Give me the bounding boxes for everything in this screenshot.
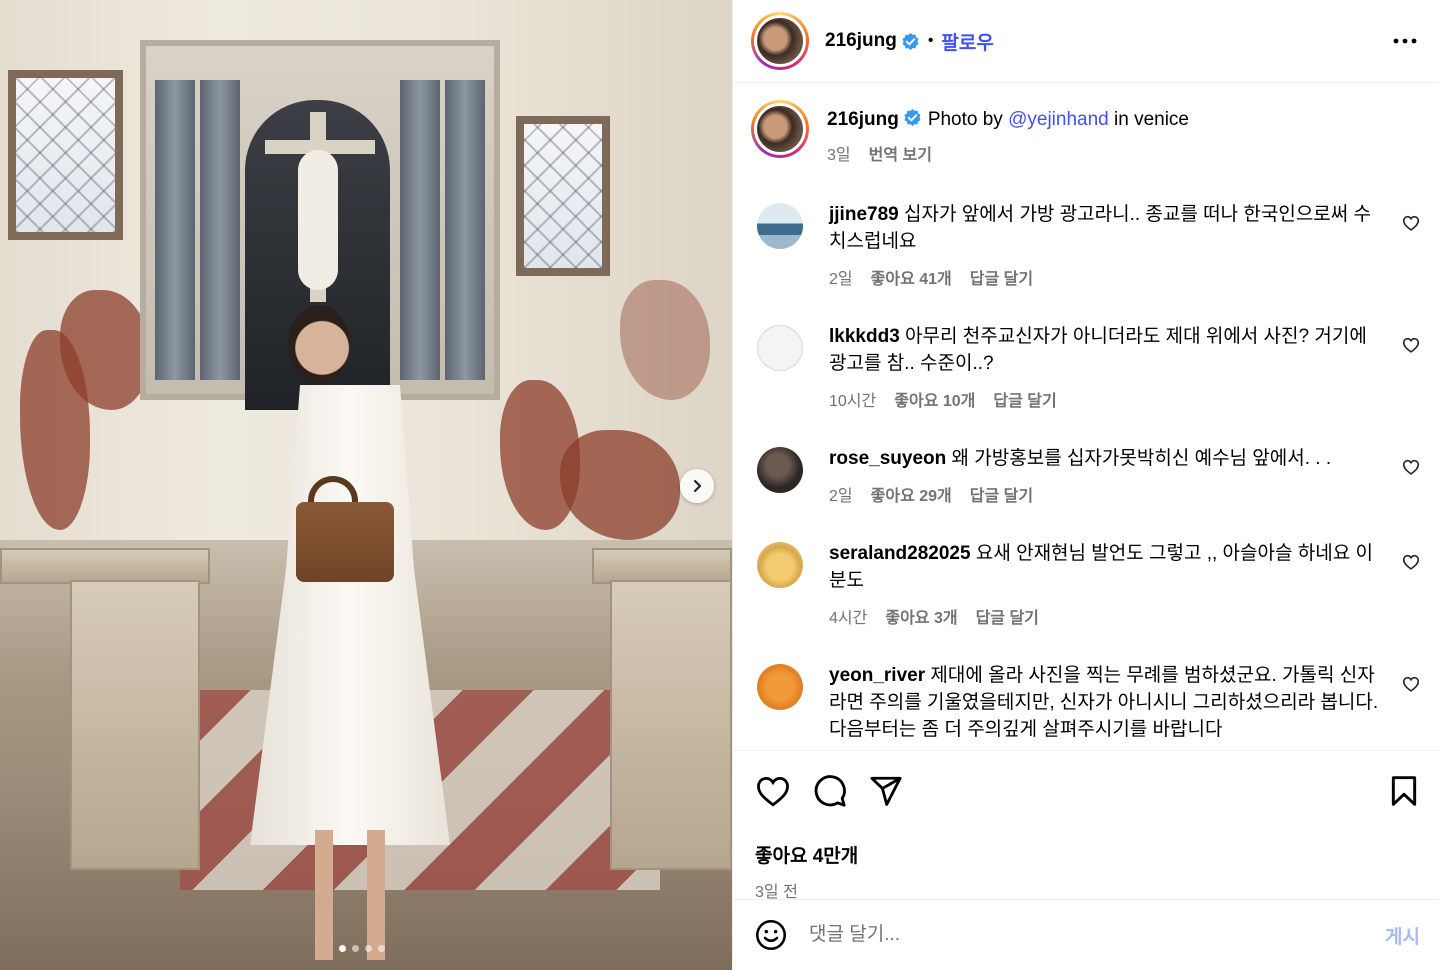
more-options-button[interactable] — [1389, 25, 1421, 57]
post-actions: 좋아요 4만개 3일 전 — [733, 750, 1439, 902]
verified-icon — [904, 108, 921, 127]
heart-icon[interactable] — [1402, 676, 1420, 692]
caption-time: 3일 — [827, 147, 851, 164]
comment-avatar[interactable] — [757, 664, 803, 710]
caption-text: Photo by — [927, 109, 1009, 130]
comment-likes[interactable]: 좋아요 10개 — [894, 387, 975, 411]
comment-likes[interactable]: 좋아요 41개 — [871, 265, 952, 289]
caption-avatar[interactable] — [751, 100, 809, 158]
photo-statue — [298, 150, 338, 290]
carousel-next-button[interactable] — [680, 469, 714, 503]
comment-avatar[interactable] — [757, 325, 803, 371]
photo-railing — [70, 580, 200, 870]
carousel-dot[interactable] — [352, 945, 359, 952]
post-caption: 216jung Photo by @yejinhand in venice 3일… — [733, 84, 1439, 165]
comment-text: 십자가 앞에서 가방 광고라니.. 종교를 떠나 한국인으로써 수치스럽네요 — [829, 204, 1372, 252]
heart-icon — [757, 776, 789, 807]
comment-avatar[interactable] — [757, 447, 803, 493]
comment-item: lkkkdd3 아무리 천주교신자가 아니더라도 제대 위에서 사진? 거기에 … — [733, 323, 1439, 411]
caption-username[interactable]: 216jung — [827, 109, 899, 130]
comment-username[interactable]: seraland282025 — [829, 543, 971, 564]
comment-time: 4시간 — [829, 610, 868, 627]
reply-button[interactable]: 답글 달기 — [970, 265, 1033, 289]
photo-window-right — [516, 116, 610, 276]
photo-railing — [0, 548, 210, 584]
comment-time: 2일 — [829, 488, 853, 505]
photo-bag — [296, 502, 394, 582]
header-separator: • — [927, 32, 934, 49]
carousel-dot[interactable] — [339, 945, 346, 952]
heart-icon[interactable] — [1402, 215, 1420, 231]
comments-list[interactable]: 216jung Photo by @yejinhand in venice 3일… — [733, 84, 1439, 750]
chevron-right-icon — [693, 479, 702, 493]
comment-username[interactable]: rose_suyeon — [829, 448, 946, 469]
comment-time: 10시간 — [829, 393, 877, 410]
like-button[interactable] — [755, 775, 791, 807]
photo-railing — [592, 548, 732, 584]
bookmark-icon — [1391, 776, 1417, 806]
post-header: 216jung • 팔로우 — [733, 0, 1439, 83]
heart-icon[interactable] — [1402, 459, 1420, 475]
comment-username[interactable]: lkkkdd3 — [829, 326, 900, 347]
share-icon — [870, 776, 902, 806]
save-button[interactable] — [1390, 775, 1418, 807]
photo-railing — [610, 580, 732, 870]
more-icon — [1393, 38, 1417, 44]
comment-avatar[interactable] — [757, 203, 803, 249]
photo-legs — [305, 830, 405, 960]
comment-item: yeon_river 제대에 올라 사진을 찍는 무례를 범하셨군요. 가톨릭 … — [733, 662, 1439, 743]
comment-likes[interactable]: 좋아요 29개 — [871, 482, 952, 506]
caption-mention-link[interactable]: @yejinhand — [1008, 109, 1109, 130]
likes-count[interactable]: 좋아요 4만개 — [755, 841, 1418, 868]
comment-item: seraland282025 요새 안재현님 발언도 그렇고 ,, 아슬아슬 하… — [733, 540, 1439, 628]
post-side-panel: 216jung • 팔로우 216jung Photo by @yejinhan… — [732, 0, 1439, 970]
reply-button[interactable]: 답글 달기 — [993, 387, 1056, 411]
comment-username[interactable]: jjine789 — [829, 204, 899, 225]
post-dialog: 216jung • 팔로우 216jung Photo by @yejinhan… — [0, 0, 1439, 970]
action-icons — [755, 771, 1418, 811]
comment-text: 아무리 천주교신자가 아니더라도 제대 위에서 사진? 거기에 광고를 참.. … — [829, 326, 1367, 374]
emoji-button[interactable] — [755, 919, 787, 951]
add-comment-bar: 게시 — [733, 899, 1439, 970]
comment-likes[interactable]: 좋아요 3개 — [885, 604, 957, 628]
caption-text-end: in venice — [1108, 109, 1190, 130]
comment-time: 2일 — [829, 271, 853, 288]
heart-icon[interactable] — [1402, 337, 1420, 353]
translate-button[interactable]: 번역 보기 — [869, 141, 932, 165]
post-comment-button[interactable]: 게시 — [1385, 922, 1420, 949]
comment-icon — [814, 775, 846, 807]
comment-button[interactable] — [813, 774, 847, 808]
photo-column — [445, 80, 485, 380]
photo-head — [288, 305, 350, 383]
comment-input[interactable] — [809, 924, 1386, 946]
comment-text: 왜 가방홍보를 십자가못박히신 예수님 앞에서. . . — [951, 448, 1332, 469]
author-avatar[interactable] — [751, 12, 809, 70]
comment-item: rose_suyeon 왜 가방홍보를 십자가못박히신 예수님 앞에서. . .… — [733, 445, 1439, 506]
verified-icon — [902, 32, 919, 50]
reply-button[interactable]: 답글 달기 — [976, 604, 1039, 628]
comment-item: jjine789 십자가 앞에서 가방 광고라니.. 종교를 떠나 한국인으로써… — [733, 201, 1439, 289]
photo-column — [155, 80, 195, 380]
post-photo — [0, 0, 732, 970]
heart-icon[interactable] — [1402, 554, 1420, 570]
photo-column — [400, 80, 440, 380]
follow-button[interactable]: 팔로우 — [941, 28, 993, 55]
carousel-dot[interactable] — [378, 945, 385, 952]
share-button[interactable] — [869, 775, 903, 807]
carousel-dots — [339, 945, 385, 952]
comment-avatar[interactable] — [757, 542, 803, 588]
author-username[interactable]: 216jung — [825, 30, 897, 52]
carousel-dot[interactable] — [365, 945, 372, 952]
comment-username[interactable]: yeon_river — [829, 665, 925, 686]
photo-column — [200, 80, 240, 380]
emoji-icon — [755, 919, 787, 951]
photo-window-left — [8, 70, 123, 240]
reply-button[interactable]: 답글 달기 — [970, 482, 1033, 506]
